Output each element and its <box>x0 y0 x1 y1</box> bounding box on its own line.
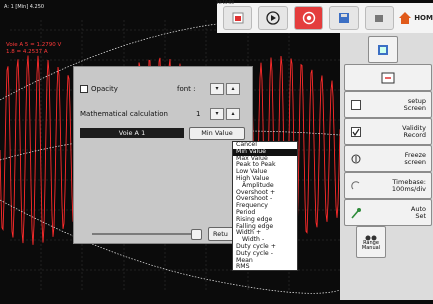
display-mode-icon <box>232 12 244 24</box>
setup-screen-icon <box>351 99 361 110</box>
channel-info: Voie A 5 = 1.2790 V 1.8 = 4.2537 A <box>6 42 61 56</box>
readout-text: A: 1 [Min] 4.250 <box>4 4 45 10</box>
sidebar-item-freeze-screen[interactable]: Freeze screen <box>344 145 432 172</box>
setup-screen-label: setup Screen <box>403 96 426 112</box>
validity-record-label: Validity Record <box>402 123 426 139</box>
sidebar-item-timebase[interactable]: Timebase: 100ms/div <box>344 172 432 199</box>
settings-button[interactable]: 10:10:08 <box>216 0 395 30</box>
home-button[interactable]: HOM <box>398 11 433 25</box>
math-calculation-label: Mathematical calculation <box>80 110 168 118</box>
function-dropdown-menu: Cancel Min Value Max Value Peak to Peak Low … <box>232 141 298 271</box>
measure-icon <box>381 72 395 83</box>
math-decrease-button[interactable]: ▾ <box>210 108 224 120</box>
font-increase-button[interactable]: ▴ <box>226 83 240 95</box>
channel-info-line-1: Voie A 5 = 1.2790 V <box>6 42 62 48</box>
channel-info-line-2: 1.8 = 4.2537 A <box>6 49 48 55</box>
home-icon <box>399 12 412 24</box>
checkbox-icon <box>351 126 361 137</box>
math-calculation-value: 1 <box>196 110 201 118</box>
math-increase-button[interactable]: ▴ <box>226 108 240 120</box>
timebase-label: Timebase: 100ms/div <box>391 177 426 193</box>
opacity-slider[interactable] <box>92 233 202 235</box>
right-sidebar: setup Screen Validity Record Freeze scre… <box>340 33 433 300</box>
top-toolbar: 10:10:08 HOM <box>216 0 433 33</box>
save-icon <box>339 13 350 23</box>
slider-handle[interactable] <box>191 229 202 240</box>
opacity-option[interactable]: Opacity <box>80 85 118 93</box>
sidebar-item-auto-set[interactable]: Auto Set <box>344 199 432 226</box>
font-decrease-button[interactable]: ▾ <box>210 83 224 95</box>
home-label: HOM <box>414 14 433 22</box>
sidebar-item-layout[interactable] <box>368 36 398 63</box>
play-button[interactable] <box>258 6 288 30</box>
freeze-icon <box>351 154 361 163</box>
sidebar-item-measure[interactable] <box>344 64 432 91</box>
display-mode-button[interactable] <box>223 6 253 30</box>
measurement-dialog: Opacity font : ▾ ▴ Mathematical calculat… <box>73 66 254 244</box>
sidebar-item-validity-record[interactable]: Validity Record <box>344 118 432 145</box>
range-manual-label: Range Manual <box>361 239 381 251</box>
sidebar-item-range-manual[interactable]: Range Manual <box>356 226 386 258</box>
font-label: font : <box>177 85 196 93</box>
scope-readout: A: 1 [Min] 4.250 <box>4 4 44 10</box>
opacity-checkbox[interactable] <box>80 85 88 93</box>
sidebar-item-setup-screen[interactable]: setup Screen <box>344 91 432 118</box>
tools-icon <box>375 15 384 22</box>
play-icon <box>266 11 280 25</box>
auto-set-label: Auto Set <box>410 204 426 220</box>
auto-set-icon <box>351 207 361 219</box>
record-icon <box>302 11 315 25</box>
record-button[interactable] <box>293 6 324 30</box>
clock-time: 10:10:08 <box>216 0 234 5</box>
menu-item[interactable]: RMS <box>233 264 297 271</box>
layout-icon <box>378 44 388 55</box>
function-select-button[interactable]: Min Value <box>189 127 245 140</box>
timebase-icon <box>351 180 360 189</box>
save-button[interactable] <box>329 6 359 30</box>
channel-select-button[interactable]: Voie A 1 <box>80 128 184 138</box>
freeze-screen-label: Freeze screen <box>404 150 426 166</box>
opacity-label: Opacity <box>91 85 118 93</box>
